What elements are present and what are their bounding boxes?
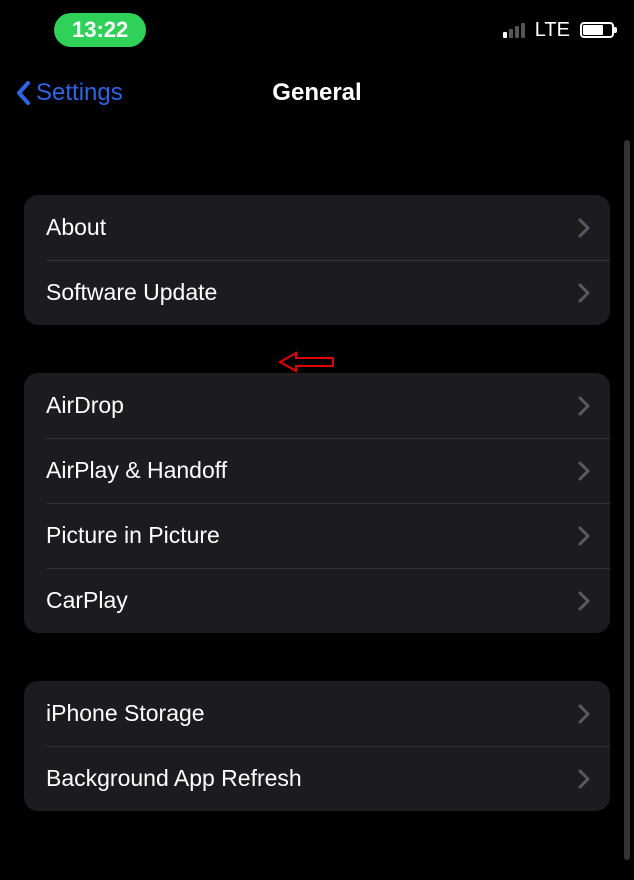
chevron-right-icon (578, 218, 590, 238)
status-right: LTE (503, 19, 614, 42)
status-bar: 13:22 LTE (0, 0, 634, 60)
signal-icon (503, 22, 525, 38)
content: About Software Update AirDrop AirPlay & … (0, 195, 634, 811)
chevron-right-icon (578, 769, 590, 789)
chevron-right-icon (578, 283, 590, 303)
row-airplay-handoff[interactable]: AirPlay & Handoff (24, 438, 610, 503)
page-title: General (272, 79, 361, 107)
chevron-right-icon (578, 461, 590, 481)
chevron-right-icon (578, 704, 590, 724)
back-label: Settings (36, 79, 123, 107)
row-label: Background App Refresh (46, 765, 302, 792)
row-picture-in-picture[interactable]: Picture in Picture (24, 503, 610, 568)
settings-group: iPhone Storage Background App Refresh (24, 681, 610, 811)
row-label: CarPlay (46, 587, 128, 614)
chevron-right-icon (578, 526, 590, 546)
chevron-right-icon (578, 396, 590, 416)
settings-group: AirDrop AirPlay & Handoff Picture in Pic… (24, 373, 610, 633)
row-background-app-refresh[interactable]: Background App Refresh (24, 746, 610, 811)
row-airdrop[interactable]: AirDrop (24, 373, 610, 438)
row-carplay[interactable]: CarPlay (24, 568, 610, 633)
back-button[interactable]: Settings (14, 79, 123, 107)
settings-group: About Software Update (24, 195, 610, 325)
row-label: AirDrop (46, 392, 124, 419)
row-iphone-storage[interactable]: iPhone Storage (24, 681, 610, 746)
chevron-left-icon (14, 79, 34, 107)
nav-bar: Settings General (0, 60, 634, 125)
row-about[interactable]: About (24, 195, 610, 260)
battery-icon (580, 22, 614, 38)
row-label: AirPlay & Handoff (46, 457, 227, 484)
status-time[interactable]: 13:22 (54, 13, 146, 47)
scrollbar[interactable] (624, 140, 630, 860)
network-label: LTE (535, 19, 570, 42)
row-label: iPhone Storage (46, 700, 205, 727)
row-label: Picture in Picture (46, 522, 220, 549)
row-label: About (46, 214, 106, 241)
row-software-update[interactable]: Software Update (24, 260, 610, 325)
chevron-right-icon (578, 591, 590, 611)
row-label: Software Update (46, 279, 217, 306)
